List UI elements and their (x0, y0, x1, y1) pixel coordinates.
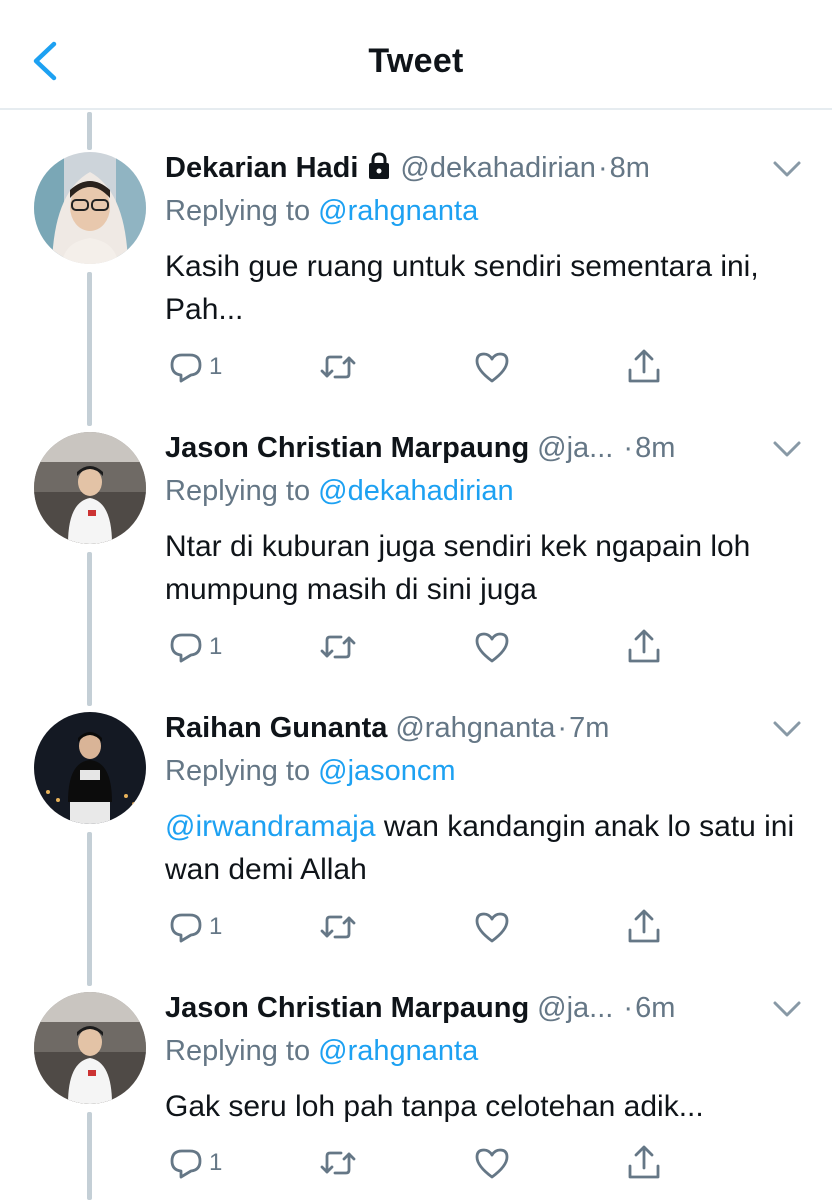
mention-link[interactable]: @irwandramaja (165, 810, 376, 843)
retweet-button[interactable] (319, 1143, 357, 1183)
separator-dot: · (597, 152, 608, 184)
share-icon (628, 1145, 660, 1179)
replying-to: Replying to @rahgnanta (165, 1031, 478, 1071)
reply-mention-link[interactable]: @jasoncm (318, 755, 455, 787)
reply-icon (170, 1149, 202, 1179)
reply-count: 1 (209, 1149, 223, 1176)
tweet[interactable]: Raihan Gunanta @rahgnanta·7m Replying to … (0, 560, 832, 943)
replying-to: Replying to @rahgnanta (165, 191, 478, 231)
timestamp[interactable]: 6m (635, 992, 675, 1024)
replying-to: Replying to @jasoncm (165, 751, 456, 791)
timestamp[interactable]: 8m (610, 152, 650, 184)
reply-mention-link[interactable]: @rahgnanta (318, 195, 478, 227)
display-name[interactable]: Raihan Gunanta (165, 712, 387, 744)
tweet-meta: Jason Christian Marpaung @ja... ·8m (165, 428, 742, 468)
handle[interactable]: @ja... (537, 432, 613, 464)
separator-dot: · (623, 432, 634, 464)
share-button[interactable] (625, 1143, 663, 1183)
tweet-meta: Raihan Gunanta @rahgnanta·7m (165, 708, 742, 748)
replying-prefix: Replying to (165, 755, 311, 787)
lock-icon (366, 151, 392, 181)
avatar[interactable] (34, 992, 146, 1104)
replying-prefix: Replying to (165, 475, 311, 507)
chevron-down-icon[interactable] (770, 156, 804, 182)
action-bar: 1 (165, 1143, 805, 1183)
display-name[interactable]: Jason Christian Marpaung (165, 432, 529, 464)
handle[interactable]: @dekahadirian (400, 152, 596, 184)
replying-prefix: Replying to (165, 1035, 311, 1067)
replying-to: Replying to @dekahadirian (165, 471, 514, 511)
replying-prefix: Replying to (165, 195, 311, 227)
display-name[interactable]: Dekarian Hadi (165, 152, 358, 184)
chevron-down-icon[interactable] (770, 716, 804, 742)
heart-icon (475, 1148, 509, 1179)
reply-mention-link[interactable]: @rahgnanta (318, 1035, 478, 1067)
timestamp[interactable]: 7m (569, 712, 609, 744)
chevron-down-icon[interactable] (770, 436, 804, 462)
handle[interactable]: @rahgnanta (395, 712, 555, 744)
tweet[interactable]: Jason Christian Marpaung @ja... ·8m Reply… (0, 280, 832, 663)
tweet-text: Gak seru loh pah tanpa celotehan adik... (165, 1090, 704, 1123)
display-name[interactable]: Jason Christian Marpaung (165, 992, 529, 1024)
retweet-icon (320, 1151, 356, 1175)
chevron-down-icon[interactable] (770, 996, 804, 1022)
tweet[interactable]: Jason Christian Marpaung @ja... ·6m Reply… (0, 840, 832, 1200)
avatar[interactable] (34, 152, 146, 264)
separator-dot: · (557, 712, 568, 744)
like-button[interactable] (473, 1143, 511, 1183)
timestamp[interactable]: 8m (635, 432, 675, 464)
tweet-meta: Jason Christian Marpaung @ja... ·6m (165, 988, 742, 1028)
tweet-meta: Dekarian Hadi @dekahadirian·8m (165, 148, 742, 188)
tweet[interactable]: Dekarian Hadi @dekahadirian·8m Replying t… (0, 0, 832, 383)
handle[interactable]: @ja... (537, 992, 613, 1024)
reply-mention-link[interactable]: @dekahadirian (318, 475, 514, 507)
avatar[interactable] (34, 712, 146, 824)
reply-button[interactable]: 1 (167, 1143, 222, 1183)
avatar[interactable] (34, 432, 146, 544)
separator-dot: · (623, 992, 634, 1024)
